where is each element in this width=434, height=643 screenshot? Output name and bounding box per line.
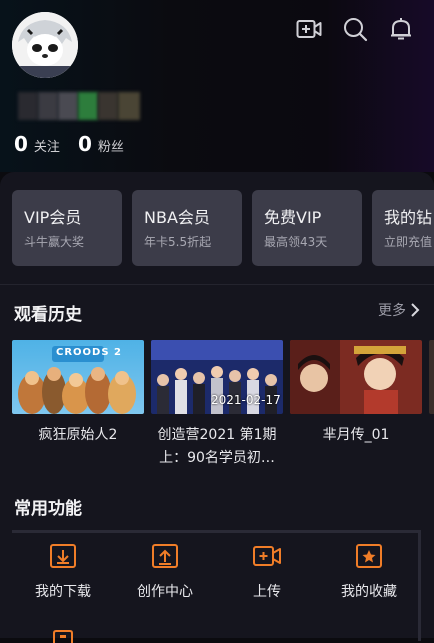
followers-count: 0: [77, 132, 92, 156]
divider: [0, 284, 434, 285]
vip-card-title: VIP会员: [24, 208, 82, 227]
upload-box-icon: [152, 544, 178, 568]
function-label: 我的下载: [35, 584, 91, 600]
bell-icon[interactable]: [388, 16, 414, 42]
history-item[interactable]: 2021-02-17 创造营2021 第1期上：90名学员初…: [151, 340, 283, 470]
thumbnail: 2021-02-17: [151, 340, 283, 414]
vip-card-free[interactable]: 免费VIP 最高领43天: [252, 190, 362, 266]
history-more-button[interactable]: 更多: [378, 300, 420, 320]
function-upload[interactable]: 上传: [216, 543, 318, 601]
add-video-icon[interactable]: [296, 16, 322, 42]
followers-stat[interactable]: 0 粉丝: [78, 132, 124, 156]
history-caption: 创造营2021 第1期上：90名学员初…: [157, 427, 277, 466]
vip-card-nba[interactable]: NBA会员 年卡5.5折起: [132, 190, 242, 266]
history-item-partial[interactable]: [429, 340, 434, 414]
partial-function-icon[interactable]: [52, 629, 74, 643]
followers-label: 粉丝: [97, 140, 124, 155]
poster-title: CROODS 2: [56, 347, 122, 358]
function-label: 上传: [253, 584, 281, 600]
vip-card-subtitle: 斗牛赢大奖: [24, 235, 85, 249]
vip-card-subtitle: 立即充值: [384, 235, 433, 249]
thumbnail: CROODS 2: [12, 340, 144, 414]
history-caption: 芈月传_01: [322, 427, 390, 443]
vip-card-row[interactable]: VIP会员 斗牛赢大奖 NBA会员 年卡5.5折起 免费VIP 最高领43天 我…: [12, 190, 434, 268]
function-favorites[interactable]: 我的收藏: [318, 543, 420, 601]
function-label: 创作中心: [137, 584, 193, 600]
vip-card-subtitle: 最高领43天: [264, 235, 328, 249]
profile-header: 0 关注 0 粉丝: [0, 0, 434, 172]
vip-card-title: 我的钻: [384, 208, 433, 227]
star-box-icon: [356, 544, 382, 568]
function-download[interactable]: 我的下载: [12, 543, 114, 601]
vip-card-subtitle: 年卡5.5折起: [144, 235, 212, 249]
thumbnail: [429, 340, 434, 414]
functions-grid: 我的下载 创作中心 上传 我的收藏: [12, 530, 421, 643]
content-panel: VIP会员 斗牛赢大奖 NBA会员 年卡5.5折起 免费VIP 最高领43天 我…: [0, 172, 434, 643]
avatar[interactable]: [12, 12, 78, 78]
search-icon[interactable]: [342, 16, 368, 42]
date-overlay: 2021-02-17: [211, 393, 281, 407]
username-redacted: [18, 92, 140, 120]
history-title: 观看历史: [14, 305, 82, 325]
functions-title: 常用功能: [14, 499, 82, 519]
history-item[interactable]: 芈月传_01: [290, 340, 422, 447]
download-icon: [50, 544, 76, 568]
camera-plus-icon: [253, 546, 281, 566]
following-stat[interactable]: 0 关注: [14, 132, 60, 156]
history-item[interactable]: CROODS 2 疯狂原始人2: [12, 340, 144, 447]
thumbnail: [290, 340, 422, 414]
vip-card-title: NBA会员: [144, 208, 210, 227]
function-creator-center[interactable]: 创作中心: [114, 543, 216, 601]
vip-card-diamond[interactable]: 我的钻 立即充值: [372, 190, 434, 266]
chevron-right-icon: [411, 303, 420, 317]
more-label: 更多: [378, 303, 406, 319]
history-caption: 疯狂原始人2: [38, 427, 118, 443]
following-label: 关注: [33, 140, 60, 155]
vip-card-title: 免费VIP: [264, 208, 322, 227]
history-list: CROODS 2 疯狂原始人2 2021-02-17 创造营2021 第1期上：…: [12, 340, 434, 475]
vip-card-vip[interactable]: VIP会员 斗牛赢大奖: [12, 190, 122, 266]
function-label: 我的收藏: [341, 584, 397, 600]
following-count: 0: [14, 132, 28, 156]
